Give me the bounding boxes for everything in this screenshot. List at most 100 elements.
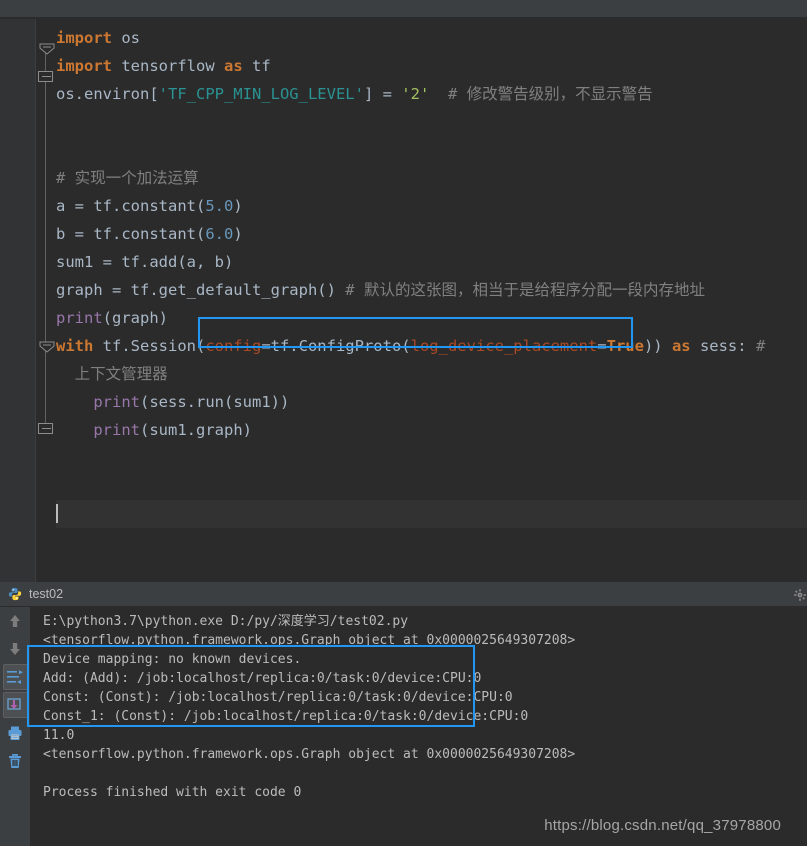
line-comment-add[interactable]: # 实现一个加法运算 <box>56 164 807 192</box>
fold-connector-line <box>45 45 46 430</box>
code-editor[interactable]: import os import tensorflow as tf os.envir… <box>0 19 807 582</box>
line-print-sumgraph[interactable]: print(sum1.graph) <box>56 416 807 444</box>
line-print-graph[interactable]: print(graph) <box>56 304 807 332</box>
code-token: = <box>597 337 607 355</box>
line-print-run[interactable]: print(sess.run(sum1)) <box>56 388 807 416</box>
console-output-line: E:\python3.7\python.exe D:/py/深度学习/test0… <box>43 614 409 629</box>
code-token: with <box>56 337 94 355</box>
arrow-down-icon <box>10 643 20 655</box>
clear-all-button[interactable] <box>0 747 30 775</box>
watermark-text: https://blog.csdn.net/qq_37978800 <box>544 817 781 834</box>
line-graph[interactable]: graph = tf.get_default_graph() # 默认的这张图，… <box>56 276 807 304</box>
line-a-const[interactable]: a = tf.constant(5.0) <box>56 192 807 220</box>
scroll-to-end-icon <box>7 698 21 710</box>
line-sum1[interactable]: sum1 = tf.add(a, b) <box>56 248 807 276</box>
console-toolbar[interactable] <box>0 607 30 846</box>
code-token: as <box>671 337 691 355</box>
arrow-up-icon <box>10 615 20 627</box>
code-token: True <box>606 337 644 355</box>
scroll-to-end-button[interactable] <box>0 691 30 719</box>
console-header: test02 <box>0 582 807 607</box>
console-output-line: 11.0 <box>43 728 75 743</box>
soft-wrap-icon <box>7 670 23 684</box>
line-blank-trailing[interactable] <box>56 556 807 584</box>
code-token: (sess.run(sum1)) <box>140 393 290 411</box>
code-text-area[interactable]: import os import tensorflow as tf os.envir… <box>56 19 807 582</box>
editor-gutter[interactable] <box>0 19 36 582</box>
code-token: 5.0 <box>205 197 234 215</box>
code-token: import <box>56 29 112 47</box>
code-token: print <box>93 393 140 411</box>
code-token: print <box>56 309 103 327</box>
console-output-line: Add: (Add): /job:localhost/replica:0/tas… <box>43 671 482 686</box>
trash-icon <box>9 754 21 768</box>
code-token: graph = tf.get_default_graph() <box>56 281 336 299</box>
code-token: =tf.ConfigProto( <box>261 337 411 355</box>
code-token: tf.Session( <box>93 337 206 355</box>
code-token: b = tf.constant( <box>56 225 206 243</box>
code-token: '2' <box>401 85 430 103</box>
code-token: tf <box>242 57 271 75</box>
fold-box-import-tf-icon[interactable] <box>38 71 53 82</box>
code-token: # <box>755 337 766 355</box>
code-token: )) <box>643 337 672 355</box>
console-output-line: Const_1: (Const): /job:localhost/replica… <box>43 709 529 724</box>
code-token: sess: <box>690 337 756 355</box>
console-output-line: <tensorflow.python.framework.ops.Graph o… <box>43 747 576 762</box>
code-token: ) <box>233 197 243 215</box>
console-output-line: <tensorflow.python.framework.ops.Graph o… <box>43 633 576 648</box>
line-blank-1[interactable] <box>56 108 807 136</box>
line-blank-2[interactable] <box>56 136 807 164</box>
code-token: config <box>205 337 262 355</box>
code-token: ] = <box>363 85 402 103</box>
line-import-tf[interactable]: import tensorflow as tf <box>56 52 807 80</box>
console-tab-label[interactable]: test02 <box>29 587 63 601</box>
console-output-line: Const: (Const): /job:localhost/replica:0… <box>43 690 513 705</box>
code-token: print <box>93 421 140 439</box>
printer-icon <box>8 726 22 740</box>
line-blank-trailing[interactable] <box>56 444 807 472</box>
code-token: tensorflow <box>112 57 224 75</box>
console-output-line: Device mapping: no known devices. <box>43 652 302 667</box>
code-token: os <box>112 29 140 47</box>
code-token: import <box>56 57 112 75</box>
code-token: # 实现一个加法运算 <box>56 169 199 187</box>
python-file-icon <box>8 587 22 601</box>
line-blank-trailing[interactable] <box>56 472 807 500</box>
line-wrapped-comment[interactable]: 上下文管理器 <box>56 360 807 388</box>
soft-wrap-button[interactable] <box>0 663 30 691</box>
print-button[interactable] <box>0 719 30 747</box>
code-token: sum1 = tf.add(a, b) <box>56 253 234 271</box>
console-output-line: Process finished with exit code 0 <box>43 785 302 800</box>
code-token: a = tf.constant( <box>56 197 206 215</box>
code-token: os.environ[ <box>56 85 159 103</box>
fold-box-block-end-icon[interactable] <box>38 423 53 434</box>
text-caret <box>56 504 58 523</box>
line-import-os[interactable]: import os <box>56 24 807 52</box>
run-console-panel: test02 E:\python3.7\python.exe D:/py/深度学… <box>0 582 807 846</box>
fold-arrow-with-block-icon[interactable] <box>38 341 55 353</box>
scroll-up-button[interactable] <box>0 607 30 635</box>
line-environ[interactable]: os.environ['TF_CPP_MIN_LOG_LEVEL'] = '2'… <box>56 80 807 108</box>
console-output[interactable]: E:\python3.7\python.exe D:/py/深度学习/test0… <box>30 607 807 846</box>
gear-icon[interactable] <box>793 587 807 601</box>
code-token: (sum1.graph) <box>140 421 252 439</box>
code-token: 'TF_CPP_MIN_LOG_LEVEL' <box>158 85 364 103</box>
code-token: # 默认的这张图，相当于是给程序分配一段内存地址 <box>335 281 705 299</box>
code-token: # 修改警告级别，不显示警告 <box>429 85 653 103</box>
editor-fold-column[interactable] <box>36 19 56 582</box>
line-b-const[interactable]: b = tf.constant(6.0) <box>56 220 807 248</box>
fold-arrow-imports-icon[interactable] <box>38 43 55 55</box>
ide-window: import os import tensorflow as tf os.envir… <box>0 0 807 846</box>
line-blank-trailing[interactable] <box>56 500 807 528</box>
code-token: as <box>223 57 243 75</box>
code-token: (graph) <box>102 309 168 327</box>
scroll-down-button[interactable] <box>0 635 30 663</box>
line-blank-trailing[interactable] <box>56 528 807 556</box>
code-token: ) <box>233 225 243 243</box>
line-with-session[interactable]: with tf.Session(config=tf.ConfigProto(lo… <box>56 332 807 360</box>
code-token: 上下文管理器 <box>56 365 168 383</box>
